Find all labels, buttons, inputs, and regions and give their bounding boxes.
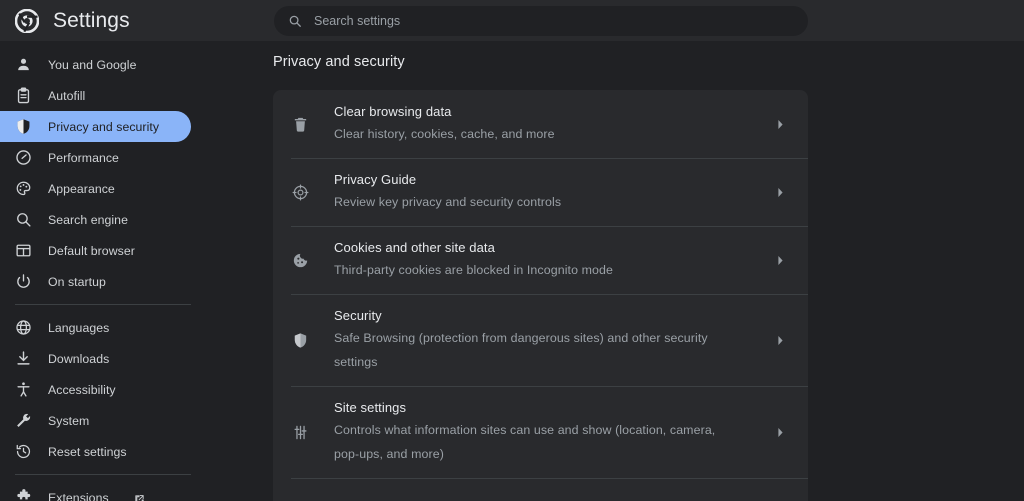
sidebar-item-label: Search engine (48, 212, 128, 227)
sidebar: You and Google Autofill Privacy and secu… (0, 41, 212, 501)
sidebar-item-default-browser[interactable]: Default browser (0, 235, 191, 266)
globe-icon (15, 319, 32, 336)
person-icon (15, 56, 32, 73)
sidebar-item-autofill[interactable]: Autofill (0, 80, 191, 111)
sidebar-item-performance[interactable]: Performance (0, 142, 191, 173)
sidebar-item-label: Downloads (48, 351, 110, 366)
sidebar-item-reset-settings[interactable]: Reset settings (0, 436, 191, 467)
chevron-right-icon[interactable] (770, 187, 790, 198)
sidebar-item-label: System (48, 413, 90, 428)
search-container (274, 5, 808, 36)
sidebar-item-label: Languages (48, 320, 110, 335)
settings-row-site-settings[interactable]: Site settings Controls what information … (273, 386, 808, 478)
settings-row-cookies-and-other-site-data[interactable]: Cookies and other site data Third-party … (273, 226, 808, 294)
sidebar-item-search-engine[interactable]: Search engine (0, 204, 191, 235)
history-restore-icon (15, 443, 32, 460)
chevron-right-icon[interactable] (770, 119, 790, 130)
row-title: Privacy Guide (334, 172, 417, 187)
palette-icon (15, 180, 32, 197)
chevron-right-icon[interactable] (770, 427, 790, 438)
search-box[interactable] (274, 5, 808, 36)
row-subtitle: Safe Browsing (protection from dangerous… (334, 331, 708, 369)
sidebar-item-label: Autofill (48, 88, 86, 103)
browser-window-icon (15, 242, 32, 259)
sidebar-item-on-startup[interactable]: On startup (0, 266, 191, 297)
settings-row-security[interactable]: Security Safe Browsing (protection from … (273, 294, 808, 386)
sidebar-divider (15, 304, 191, 305)
sidebar-item-downloads[interactable]: Downloads (0, 343, 191, 374)
wrench-icon (15, 412, 32, 429)
sidebar-item-appearance[interactable]: Appearance (0, 173, 191, 204)
download-icon (15, 350, 32, 367)
sidebar-item-label: Accessibility (48, 382, 116, 397)
shield-icon (291, 332, 310, 349)
settings-row-privacy-sandbox[interactable]: Privacy Sandbox (273, 478, 808, 501)
cookie-icon (291, 252, 310, 269)
row-subtitle: Controls what information sites can use … (334, 423, 716, 461)
sidebar-item-system[interactable]: System (0, 405, 191, 436)
row-text: Privacy Sandbox (334, 490, 770, 501)
search-icon (15, 211, 32, 228)
sidebar-item-label: Privacy and security (48, 119, 160, 134)
page-title: Privacy and security (273, 54, 405, 70)
sidebar-divider (15, 474, 191, 475)
search-icon (288, 14, 302, 28)
trash-icon (291, 116, 310, 133)
sidebar-item-label: On startup (48, 274, 106, 289)
row-subtitle: Third-party cookies are blocked in Incog… (334, 263, 614, 277)
top-bar: Settings (0, 0, 1024, 41)
external-link-icon (134, 492, 145, 501)
row-text: Clear browsing data Clear history, cooki… (334, 90, 770, 158)
sidebar-item-privacy-and-security[interactable]: Privacy and security (0, 111, 191, 142)
sidebar-item-extensions[interactable]: Extensions (0, 482, 191, 501)
row-subtitle: Clear history, cookies, cache, and more (334, 127, 555, 141)
row-text: Site settings Controls what information … (334, 386, 770, 478)
row-subtitle: Review key privacy and security controls (334, 195, 562, 209)
chrome-logo-icon (14, 8, 40, 33)
tune-icon (291, 424, 310, 441)
settings-row-clear-browsing-data[interactable]: Clear browsing data Clear history, cooki… (273, 90, 808, 158)
page-header-title: Settings (53, 8, 130, 32)
shield-icon (15, 118, 32, 135)
power-icon (15, 273, 32, 290)
chevron-right-icon[interactable] (770, 335, 790, 346)
clipboard-icon (15, 87, 32, 104)
row-title: Clear browsing data (334, 104, 452, 119)
row-title: Security (334, 308, 382, 323)
accessibility-icon (15, 381, 32, 398)
brand: Settings (0, 8, 256, 33)
sidebar-item-accessibility[interactable]: Accessibility (0, 374, 191, 405)
settings-card: Clear browsing data Clear history, cooki… (273, 90, 808, 501)
chevron-right-icon[interactable] (770, 255, 790, 266)
row-text: Cookies and other site data Third-party … (334, 226, 770, 294)
sidebar-item-label: Appearance (48, 181, 115, 196)
sidebar-item-label: Reset settings (48, 444, 127, 459)
speedometer-icon (15, 149, 32, 166)
main-content: Privacy and security Clear browsing data… (212, 41, 1024, 501)
search-input[interactable] (314, 5, 794, 36)
row-text: Security Safe Browsing (protection from … (334, 294, 770, 386)
sidebar-item-you-and-google[interactable]: You and Google (0, 49, 191, 80)
privacy-guide-icon (291, 184, 310, 201)
row-text: Privacy Guide Review key privacy and sec… (334, 158, 770, 226)
sidebar-item-label: You and Google (48, 57, 137, 72)
sidebar-item-label: Default browser (48, 243, 135, 258)
puzzle-icon (15, 489, 32, 501)
row-title: Cookies and other site data (334, 240, 495, 255)
sidebar-item-label: Performance (48, 150, 119, 165)
sidebar-item-languages[interactable]: Languages (0, 312, 191, 343)
sidebar-item-label: Extensions (48, 490, 109, 501)
settings-row-privacy-guide[interactable]: Privacy Guide Review key privacy and sec… (273, 158, 808, 226)
row-title: Site settings (334, 400, 407, 415)
